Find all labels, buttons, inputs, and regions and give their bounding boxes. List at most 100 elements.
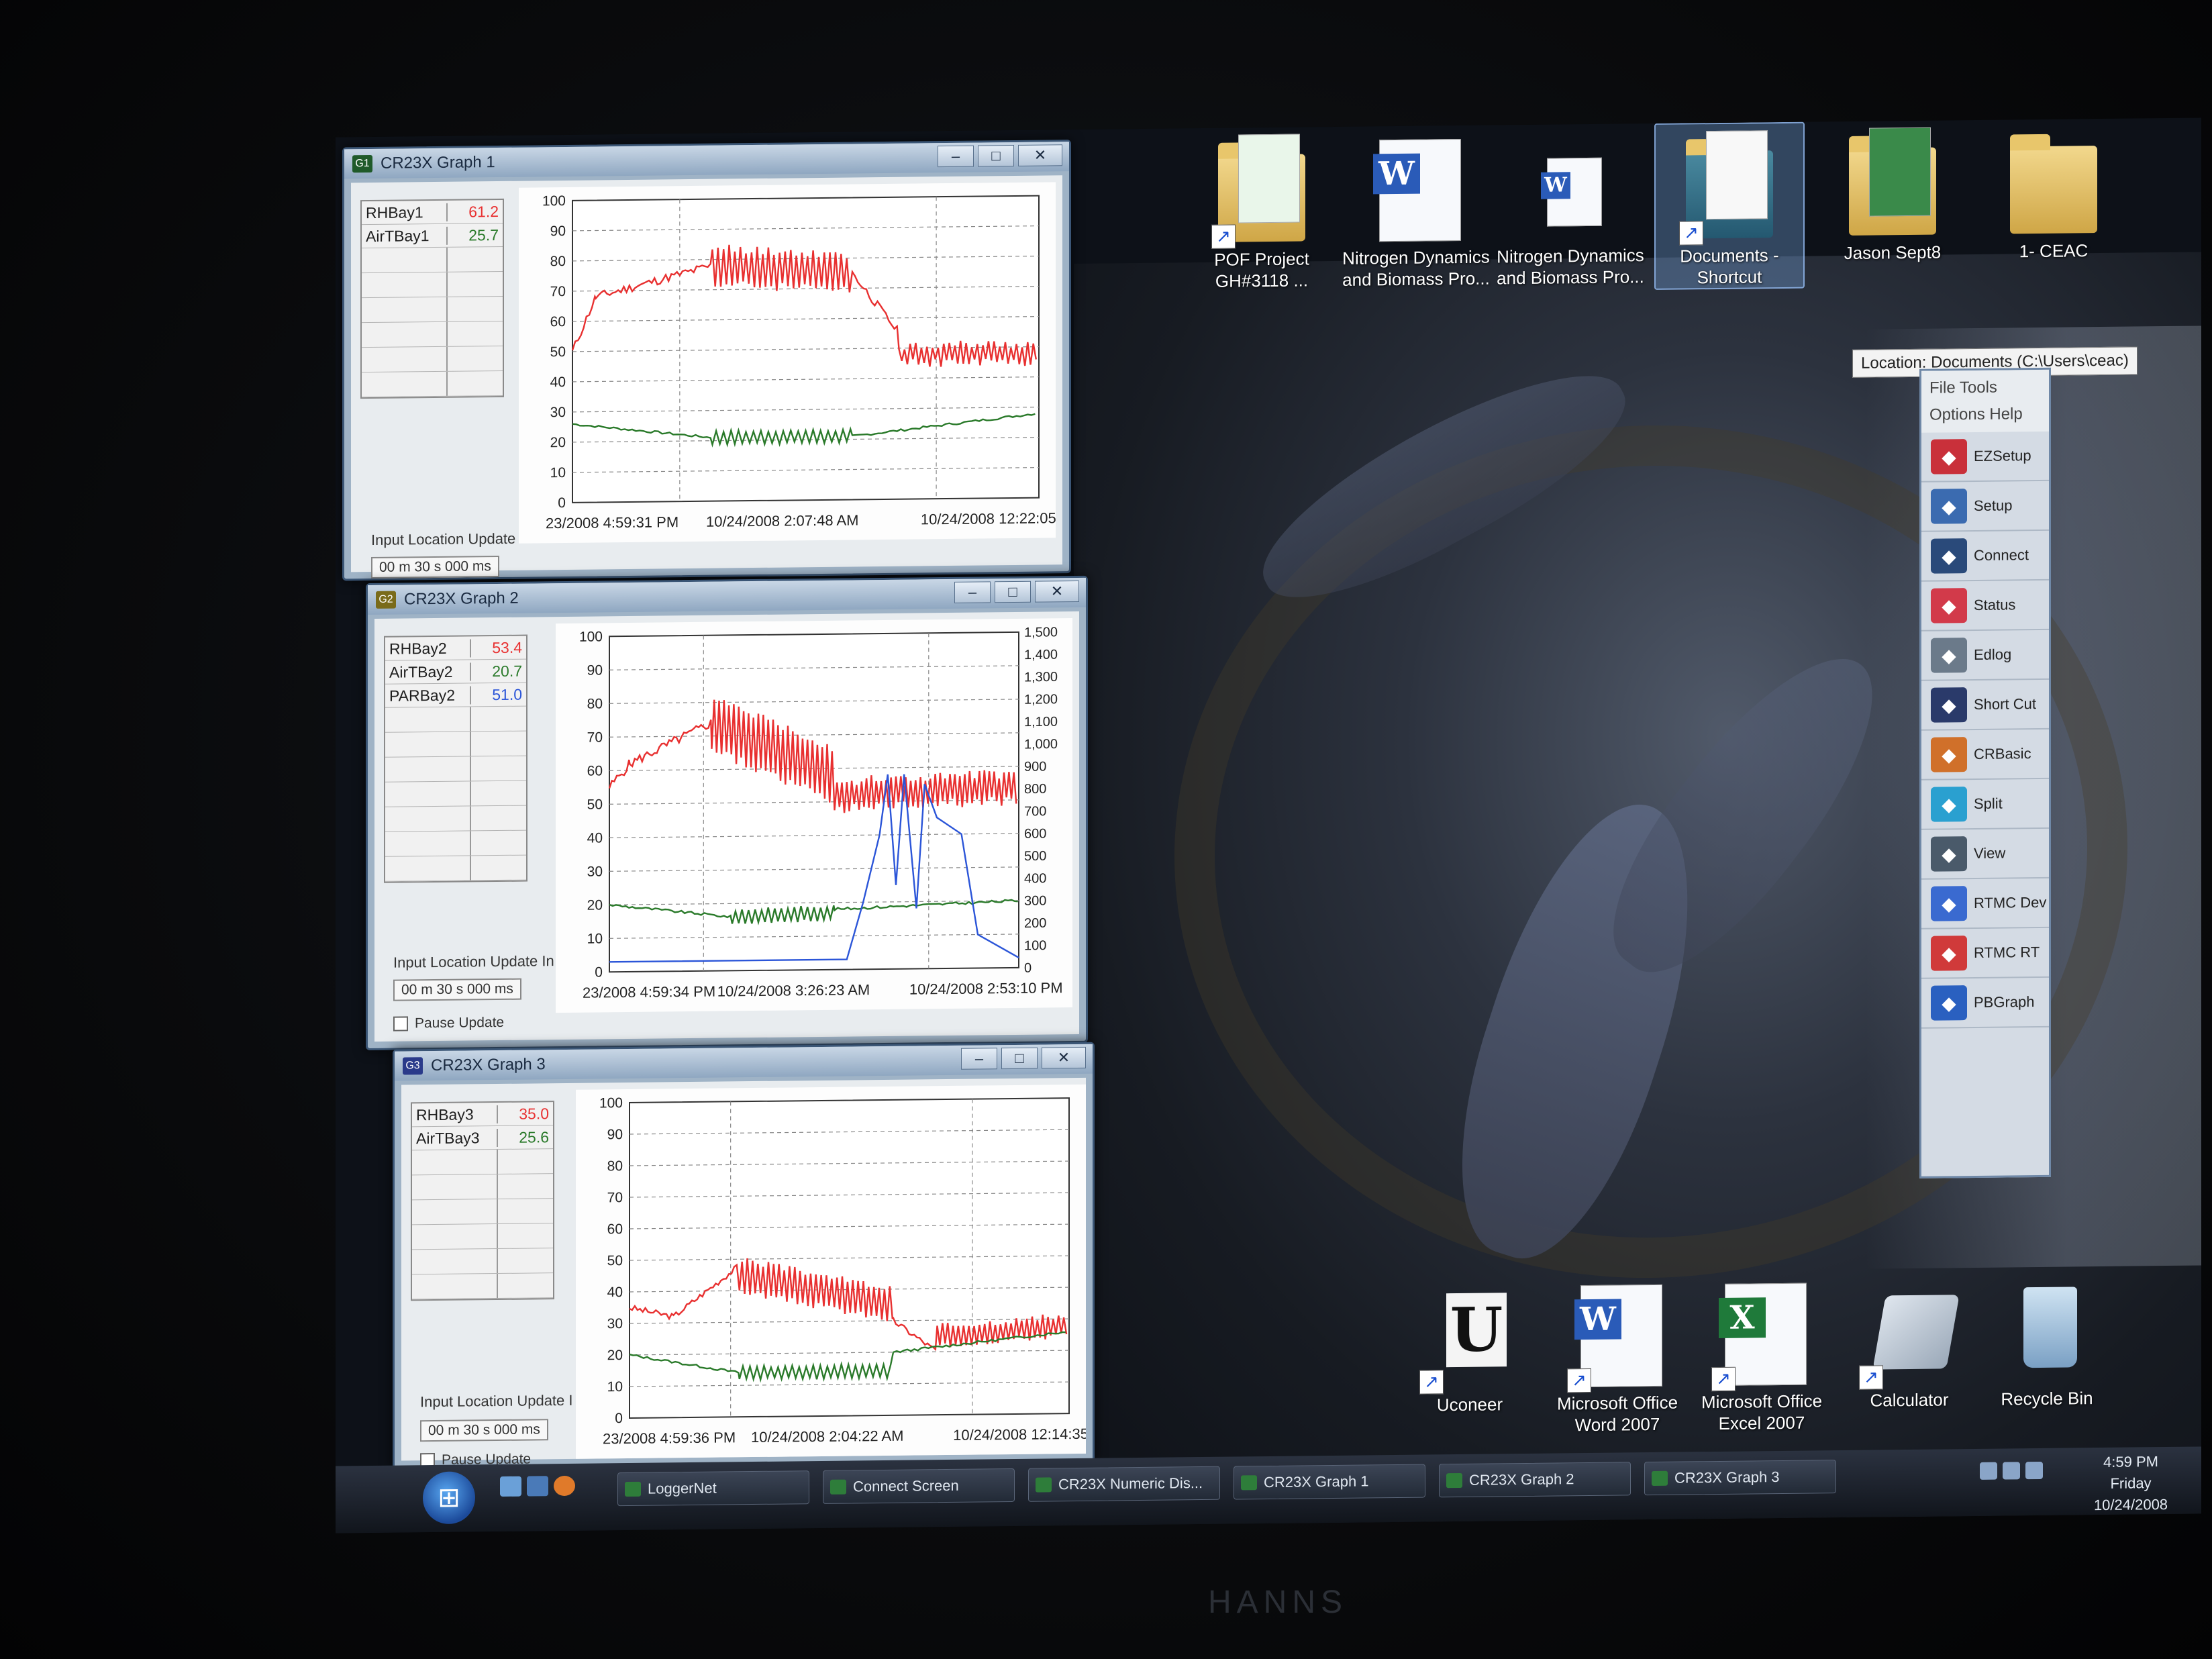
graph2-body: RHBay2 53.4 AirTBay2 20.7 PARBay2 51.0 Input …: [374, 611, 1079, 1042]
loggernet-tool-ezsetup[interactable]: ◆ EZSetup: [1921, 431, 2049, 483]
legend-empty-row: [362, 370, 503, 398]
clock[interactable]: 4:59 PM Friday 10/24/2008: [2067, 1451, 2195, 1517]
close-button[interactable]: ✕: [1035, 580, 1079, 603]
y-tick-label: 50: [607, 1253, 623, 1268]
taskbar-button-2[interactable]: Connect Screen: [823, 1468, 1015, 1504]
firefox-icon[interactable]: [554, 1475, 575, 1497]
network-icon[interactable]: [1980, 1462, 1997, 1480]
maximize-button[interactable]: □: [995, 581, 1031, 603]
loggernet-tool-short-cut[interactable]: ◆ Short Cut: [1921, 679, 2049, 731]
tool-icon: ◆: [1931, 439, 1967, 474]
legend-empty-row: [412, 1223, 553, 1250]
desktop-icon-excel-2007[interactable]: X ↗ Microsoft Office Excel 2007: [1688, 1276, 1836, 1434]
legend-row: RHBay2 53.4: [385, 636, 526, 661]
legend-empty-row: [412, 1149, 553, 1176]
tool-icon: ◆: [1931, 836, 1967, 872]
graph1-chart: 100 90 80 70 60 50 40 30 20 10 0 23/2008 4:59:31 PM…: [519, 182, 1056, 544]
desktop-icon-nitrogen-dynamics-1[interactable]: W Nitrogen Dynamics and Biomass Pro...: [1342, 132, 1490, 291]
tool-icon: ◆: [1931, 787, 1967, 822]
loggernet-tool-setup[interactable]: ◆ Setup: [1921, 481, 2049, 532]
taskbar-app-icon: [1036, 1477, 1052, 1493]
desktop-icon-pof-project[interactable]: ↗ POF Project GH#3118 ...: [1188, 134, 1336, 292]
series-value: 51.0: [492, 685, 522, 703]
excel-icon: X ↗: [1711, 1276, 1812, 1392]
menu-row-2[interactable]: Options Help: [1929, 401, 2041, 429]
close-button[interactable]: ✕: [1042, 1046, 1086, 1069]
y2-tick-label: 900: [1024, 759, 1046, 774]
taskbar-app-icon: [1241, 1475, 1257, 1491]
graph1-legend: RHBay1 61.2 AirTBay1 25.7: [360, 198, 504, 399]
loggernet-tool-rtmc-rt[interactable]: ◆ RTMC RT: [1921, 927, 2049, 979]
checkbox[interactable]: [393, 1016, 408, 1032]
y-tick-label: 70: [607, 1190, 623, 1205]
icon-label: Microsoft Office: [1701, 1391, 1823, 1413]
switch-windows-icon[interactable]: [527, 1476, 548, 1497]
loggernet-tool-crbasic[interactable]: ◆ CRBasic: [1921, 729, 2049, 781]
x-axis-label: 10/24/2008 2:53:10 PM: [909, 979, 1063, 997]
graph3-title: CR23X Graph 3: [431, 1055, 546, 1075]
y-tick-label: 0: [615, 1411, 623, 1426]
interval-field[interactable]: 00 m 30 s 000 ms: [393, 978, 521, 1001]
desktop-icon-nitrogen-dynamics-2[interactable]: W Nitrogen Dynamics and Biomass Pro...: [1497, 130, 1644, 289]
loggernet-tool-status[interactable]: ◆ Status: [1921, 580, 2049, 632]
legend-empty-row: [385, 756, 526, 783]
desktop-icon-recycle-bin[interactable]: Recycle Bin: [1973, 1273, 2121, 1410]
y-tick-label: 40: [587, 830, 603, 846]
taskbar-label: CR23X Graph 3: [1674, 1468, 1780, 1487]
show-desktop-icon[interactable]: [500, 1476, 521, 1497]
maximize-button[interactable]: □: [1001, 1047, 1038, 1070]
desktop-icon-calculator[interactable]: ↗ Calculator: [1836, 1274, 1983, 1411]
loggernet-tool-rtmc-dev[interactable]: ◆ RTMC Dev: [1921, 878, 2049, 929]
loggernet-menu[interactable]: File Tools Options Help: [1921, 369, 2049, 433]
legend-empty-row: [385, 706, 526, 733]
desktop-icon-1-ceac[interactable]: 1- CEAC: [1980, 125, 2127, 262]
tool-icon: ◆: [1931, 737, 1967, 772]
graph3-window: G3 CR23X Graph 3 – □ ✕ RHBay3 35.0 AirTBay3 25…: [393, 1042, 1095, 1470]
desktop-icon-documents-shortcut[interactable]: ↗ Documents - Shortcut: [1654, 121, 1805, 290]
close-button[interactable]: ✕: [1018, 144, 1062, 166]
tray-app-icon[interactable]: [2025, 1461, 2043, 1480]
y2-tick-label: 500: [1024, 849, 1046, 864]
desktop-icon-uconeer[interactable]: U ↗ Uconeer: [1396, 1279, 1544, 1416]
icon-label: Recycle Bin: [2001, 1388, 2093, 1409]
y2-tick-label: 600: [1024, 826, 1046, 841]
volume-icon[interactable]: [2003, 1462, 2020, 1480]
y2-tick-label: 100: [1024, 938, 1046, 953]
legend-empty-row: [362, 296, 503, 323]
minimize-button[interactable]: –: [961, 1048, 997, 1070]
pause-label: Pause Update: [415, 1014, 505, 1032]
loggernet-tool-view[interactable]: ◆ View: [1921, 828, 2049, 880]
loggernet-tool-connect[interactable]: ◆ Connect: [1921, 530, 2049, 582]
interval-field[interactable]: 00 m 30 s 000 ms: [371, 556, 499, 579]
tool-icon: ◆: [1931, 489, 1967, 524]
legend-empty-row: [362, 246, 503, 274]
taskbar-button-5[interactable]: CR23X Graph 2: [1439, 1462, 1631, 1498]
loggernet-tool-pbgraph[interactable]: ◆ PBGraph: [1921, 977, 2049, 1029]
pause-update-checkbox[interactable]: Pause Update: [393, 1015, 504, 1032]
loggernet-tool-split[interactable]: ◆ Split: [1921, 778, 2049, 830]
desktop-icon-jason-sept8[interactable]: Jason Sept8: [1819, 127, 1966, 264]
minimize-button[interactable]: –: [938, 145, 974, 168]
y-tick-label: 20: [550, 435, 566, 450]
documents-folder-icon: ↗: [1679, 130, 1780, 246]
plot-area: [572, 195, 1040, 503]
icon-label: Microsoft Office: [1556, 1392, 1678, 1414]
graph1-title: CR23X Graph 1: [381, 153, 495, 172]
taskbar-button-4[interactable]: CR23X Graph 1: [1234, 1464, 1425, 1500]
y-tick-label: 80: [550, 254, 566, 269]
interval-field[interactable]: 00 m 30 s 000 ms: [420, 1419, 548, 1442]
loggernet-tool-edlog[interactable]: ◆ Edlog: [1921, 630, 2049, 681]
y-tick-label: 30: [550, 405, 566, 420]
taskbar-button-6[interactable]: CR23X Graph 3: [1644, 1460, 1836, 1496]
menu-row-1[interactable]: File Tools: [1929, 374, 2041, 402]
clock-day: Friday: [2110, 1474, 2152, 1492]
maximize-button[interactable]: □: [978, 144, 1014, 167]
y2-tick-label: 300: [1024, 893, 1046, 908]
taskbar-button-1[interactable]: LoggerNet: [617, 1470, 809, 1507]
tool-label: Short Cut: [1974, 695, 2036, 713]
taskbar-button-3[interactable]: CR23X Numeric Dis...: [1028, 1466, 1220, 1502]
start-button[interactable]: ⊞: [423, 1471, 475, 1525]
desktop-icon-word-2007[interactable]: W ↗ Microsoft Office Word 2007: [1544, 1277, 1691, 1436]
tool-icon: ◆: [1931, 936, 1967, 971]
minimize-button[interactable]: –: [954, 581, 991, 603]
